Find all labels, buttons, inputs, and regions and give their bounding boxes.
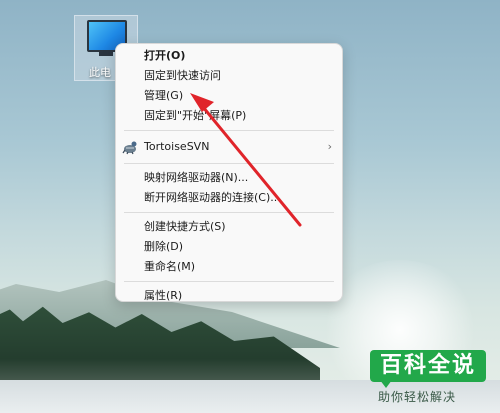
menu-separator <box>124 212 334 213</box>
menu-item-pin-start[interactable]: 固定到"开始"屏幕(P) <box>116 106 342 126</box>
chevron-right-icon: › <box>327 140 332 153</box>
menu-item-pin-quick-access[interactable]: 固定到快速访问 <box>116 66 342 86</box>
tortoisesvn-icon <box>122 139 138 155</box>
menu-item-create-shortcut[interactable]: 创建快捷方式(S) <box>116 217 342 237</box>
menu-separator <box>124 130 334 131</box>
menu-item-disconnect-network-drive[interactable]: 断开网络驱动器的连接(C)... <box>116 188 342 208</box>
watermark: 百科全说 助你轻松解决 <box>370 350 500 413</box>
menu-item-properties[interactable]: 属性(R) <box>116 286 342 306</box>
menu-item-open[interactable]: 打开(O) <box>116 46 342 66</box>
menu-item-map-network-drive[interactable]: 映射网络驱动器(N)... <box>116 168 342 188</box>
context-menu: 打开(O) 固定到快速访问 管理(G) 固定到"开始"屏幕(P) Tortois… <box>115 43 343 302</box>
monitor-stand <box>99 52 113 56</box>
menu-item-manage[interactable]: 管理(G) <box>116 86 342 106</box>
menu-item-delete[interactable]: 删除(D) <box>116 237 342 257</box>
menu-separator <box>124 163 334 164</box>
watermark-logo-tail <box>380 380 392 388</box>
watermark-logo: 百科全说 <box>370 350 486 382</box>
menu-separator <box>124 281 334 282</box>
desktop-icon-label: 此电 <box>89 66 111 79</box>
menu-item-tortoisesvn[interactable]: TortoiseSVN › <box>116 135 342 159</box>
watermark-subtitle: 助你轻松解决 <box>378 390 457 404</box>
menu-item-rename[interactable]: 重命名(M) <box>116 257 342 277</box>
